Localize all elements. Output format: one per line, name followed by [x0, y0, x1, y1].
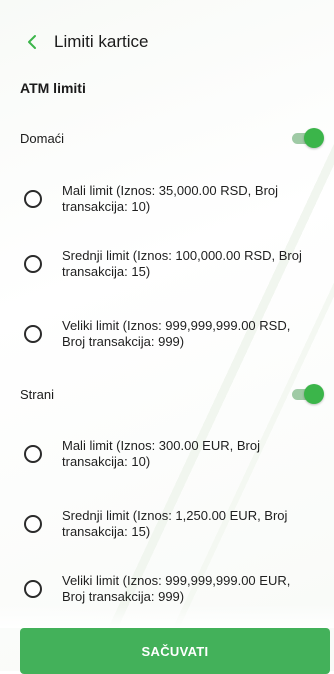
option-label: Veliki limit (Iznos: 999,999,999.00 RSD,…	[62, 318, 291, 349]
section-title: ATM limiti	[20, 80, 86, 96]
option-label: Veliki limit (Iznos: 999,999,999.00 EUR,…	[62, 573, 291, 604]
scroll-fade	[0, 604, 334, 628]
page-title: Limiti kartice	[54, 32, 149, 51]
limit-option[interactable]: Srednji limit (Iznos: 100,000.00 RSD, Br…	[24, 248, 314, 280]
radio-button[interactable]	[24, 190, 42, 208]
limit-option[interactable]: Mali limit (Iznos: 300.00 EUR, Broj tran…	[24, 438, 314, 470]
toggle-knob	[304, 384, 324, 404]
radio-button[interactable]	[24, 325, 42, 343]
group-label: Strani	[20, 386, 54, 402]
domestic-toggle[interactable]	[290, 128, 324, 148]
option-label: Srednji limit (Iznos: 1,250.00 EUR, Broj…	[62, 508, 288, 539]
back-button[interactable]	[12, 22, 52, 62]
option-label: Mali limit (Iznos: 35,000.00 RSD, Broj t…	[62, 183, 279, 214]
foreign-toggle[interactable]	[290, 384, 324, 404]
group-foreign: Strani	[20, 382, 334, 406]
option-label: Srednji limit (Iznos: 100,000.00 RSD, Br…	[62, 248, 302, 279]
limit-option[interactable]: Veliki limit (Iznos: 999,999,999.00 RSD,…	[24, 318, 314, 350]
group-domestic: Domaći	[20, 126, 334, 150]
option-label: Mali limit (Iznos: 300.00 EUR, Broj tran…	[62, 438, 260, 469]
header: Limiti kartice	[0, 20, 334, 64]
radio-button[interactable]	[24, 445, 42, 463]
limit-option[interactable]: Veliki limit (Iznos: 999,999,999.00 EUR,…	[24, 573, 314, 605]
save-button[interactable]: SAČUVATI	[20, 628, 330, 674]
limit-option[interactable]: Srednji limit (Iznos: 1,250.00 EUR, Broj…	[24, 508, 314, 540]
radio-button[interactable]	[24, 255, 42, 273]
group-label: Domaći	[20, 130, 65, 146]
radio-button[interactable]	[24, 515, 42, 533]
limit-option[interactable]: Mali limit (Iznos: 35,000.00 RSD, Broj t…	[24, 183, 314, 215]
radio-button[interactable]	[24, 580, 42, 598]
toggle-knob	[304, 128, 324, 148]
chevron-left-icon	[26, 34, 38, 50]
